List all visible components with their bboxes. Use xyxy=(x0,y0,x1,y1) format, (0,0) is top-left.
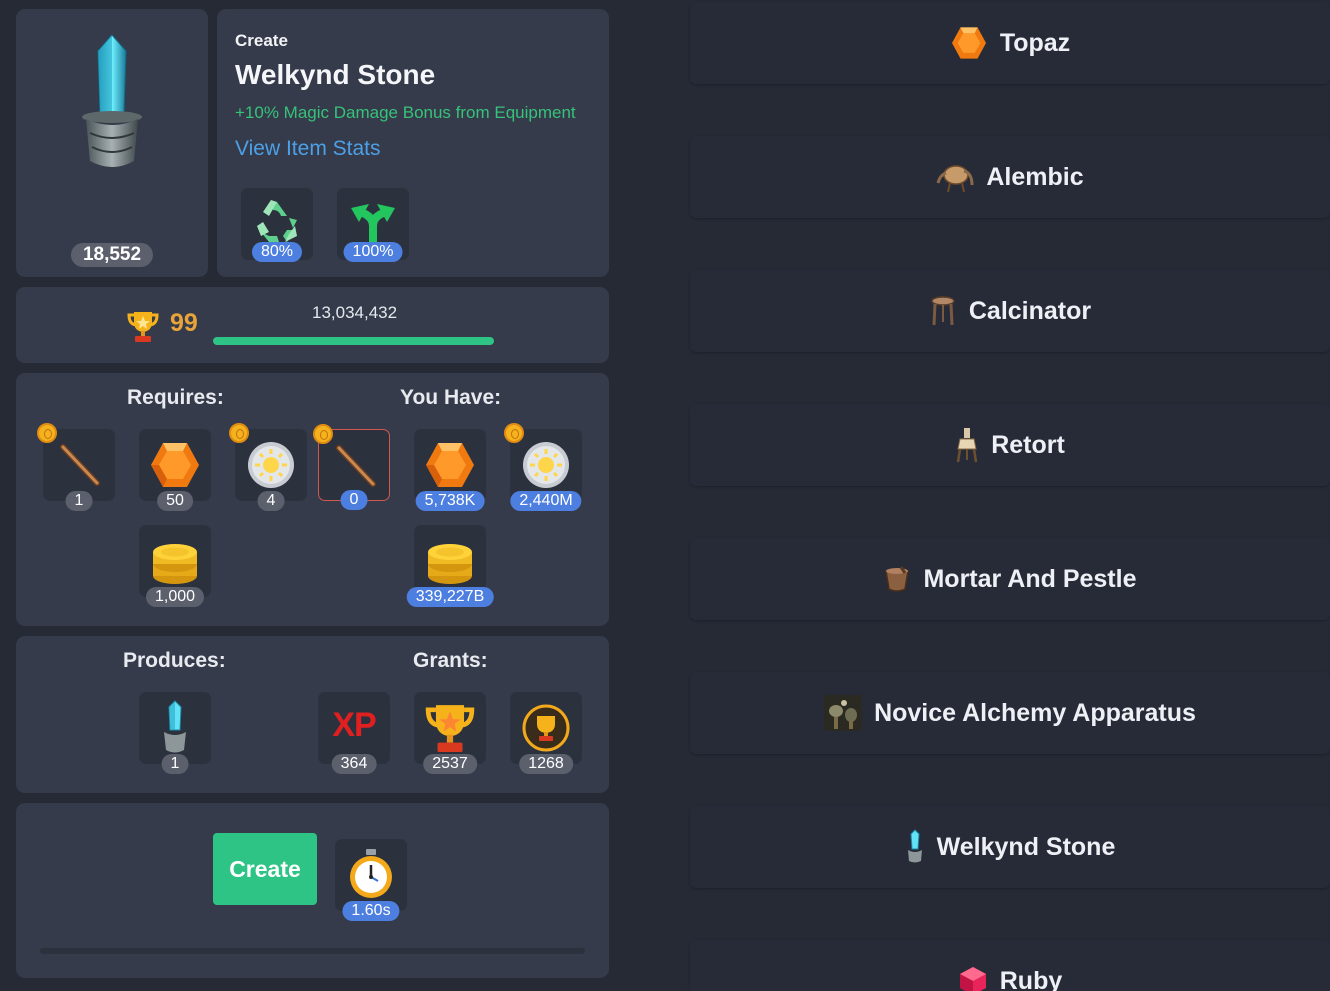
item-bonus-text: +10% Magic Damage Bonus from Equipment xyxy=(235,103,576,122)
silver-sun-coin-icon xyxy=(248,442,294,488)
produces-item[interactable]: 1 xyxy=(139,692,211,774)
recipe-label: Ruby xyxy=(999,966,1063,991)
requirements-panel: Requires: You Have: 1 50 4 0 5,738K 2,44… xyxy=(16,373,609,626)
topaz-icon xyxy=(951,27,986,59)
trophy-icon xyxy=(127,312,159,342)
skill-progress-fill xyxy=(213,337,494,345)
skill-level: 99 xyxy=(170,309,198,337)
alembic-icon xyxy=(936,165,974,193)
wooden-stick-icon xyxy=(60,444,100,486)
preservation-badge: 80% xyxy=(251,242,303,262)
recipe-label: Alembic xyxy=(986,162,1084,191)
recipe-label: Calcinator xyxy=(968,296,1092,325)
grants-mastery: 1268 xyxy=(510,692,582,774)
ruby-icon xyxy=(959,967,986,991)
mortar-icon xyxy=(885,566,910,592)
recipe-label: Welkynd Stone xyxy=(936,832,1116,861)
recipe-label: Novice Alchemy Apparatus xyxy=(874,698,1196,727)
recipe-novice-alchemy-apparatus[interactable]: Novice Alchemy Apparatus xyxy=(690,672,1330,754)
recipe-ruby[interactable]: Ruby xyxy=(690,940,1330,991)
requires-item-4[interactable]: 0 xyxy=(313,424,390,510)
have-item-2[interactable]: 2,440M xyxy=(504,423,582,511)
calcinator-icon xyxy=(931,296,955,326)
recipe-label: Mortar And Pestle xyxy=(923,564,1137,593)
item-title: Welkynd Stone xyxy=(235,59,436,90)
welkynd-stone-icon xyxy=(907,829,922,863)
requires-qty-4: 0 xyxy=(340,490,368,510)
view-item-stats-link[interactable]: View Item Stats xyxy=(235,137,381,161)
requires-qty-2: 50 xyxy=(157,491,193,511)
have-gold[interactable]: 339,227B xyxy=(406,525,494,607)
create-panel: Create 1.60s xyxy=(16,803,609,978)
gold-coins-icon xyxy=(153,544,197,584)
recipe-welkynd-stone[interactable]: Welkynd Stone xyxy=(690,806,1330,888)
craft-progress-track xyxy=(40,948,585,954)
requires-title: Requires: xyxy=(127,386,224,409)
create-button[interactable]: Create xyxy=(213,833,317,905)
have-item-1[interactable]: 5,738K xyxy=(414,429,486,511)
item-count-badge: 18,552 xyxy=(70,243,154,267)
topaz-icon xyxy=(426,443,474,487)
skill-progress-panel: 99 13,034,432 xyxy=(16,287,609,363)
craft-timer: 1.60s xyxy=(335,839,407,921)
recipe-topaz[interactable]: Topaz xyxy=(690,2,1330,84)
wooden-stick-icon xyxy=(336,445,376,487)
recipe-alembic[interactable]: Alembic xyxy=(690,136,1330,218)
retort-icon xyxy=(956,428,978,463)
xp-icon: XP xyxy=(332,706,376,744)
requires-item-1[interactable]: 1 xyxy=(37,423,115,511)
recipe-label: Retort xyxy=(991,430,1065,459)
action-label: Create xyxy=(235,31,288,50)
have-gold-qty: 339,227B xyxy=(406,587,494,607)
craft-time-badge: 1.60s xyxy=(342,901,400,921)
item-info-panel: Create Welkynd Stone +10% Magic Damage B… xyxy=(217,9,609,277)
produces-qty: 1 xyxy=(161,754,189,774)
requires-item-2[interactable]: 50 xyxy=(139,429,211,511)
skill-progress-track xyxy=(213,337,494,345)
requires-item-3[interactable]: 4 xyxy=(229,423,307,511)
produces-panel: Produces: Grants: 1 XP 364 2537 1268 xyxy=(16,636,609,793)
requires-gold-qty: 1,000 xyxy=(145,587,205,607)
item-image-panel: 18,552 xyxy=(16,9,208,277)
grants-xp: XP 364 xyxy=(318,692,390,774)
grants-mastery-qty: 1268 xyxy=(519,754,573,774)
efficiency-badge: 100% xyxy=(343,242,403,262)
apparatus-icon xyxy=(824,695,863,731)
produces-title: Produces: xyxy=(123,649,226,672)
double-arrow-icon xyxy=(351,204,395,246)
preservation-slot: 80% xyxy=(241,188,313,262)
have-qty-2: 2,440M xyxy=(510,491,582,511)
requires-gold[interactable]: 1,000 xyxy=(139,525,211,607)
recipe-mortar-and-pestle[interactable]: Mortar And Pestle xyxy=(690,538,1330,620)
stopwatch-icon xyxy=(350,849,392,898)
grants-xp-qty: 364 xyxy=(331,754,377,774)
recycle-icon xyxy=(257,200,297,242)
welkynd-stone-icon xyxy=(164,700,186,753)
gold-coins-icon xyxy=(428,544,472,584)
grants-trophy-qty: 2537 xyxy=(423,754,477,774)
grants-title: Grants: xyxy=(413,649,488,672)
have-qty-1: 5,738K xyxy=(415,491,485,511)
topaz-icon xyxy=(151,443,199,487)
requires-qty-1: 1 xyxy=(65,491,93,511)
requires-qty-3: 4 xyxy=(257,491,285,511)
you-have-title: You Have: xyxy=(400,386,502,409)
skill-xp: 13,034,432 xyxy=(312,303,398,322)
efficiency-slot: 100% xyxy=(337,188,409,262)
silver-sun-coin-icon xyxy=(523,442,569,488)
welkynd-stone-large-icon xyxy=(82,34,142,167)
trophy-icon xyxy=(425,705,475,752)
recipe-calcinator[interactable]: Calcinator xyxy=(690,270,1330,352)
recipe-label: Topaz xyxy=(999,28,1071,57)
recipe-retort[interactable]: Retort xyxy=(690,404,1330,486)
grants-trophy: 2537 xyxy=(414,692,486,774)
mastery-trophy-icon xyxy=(522,704,570,752)
